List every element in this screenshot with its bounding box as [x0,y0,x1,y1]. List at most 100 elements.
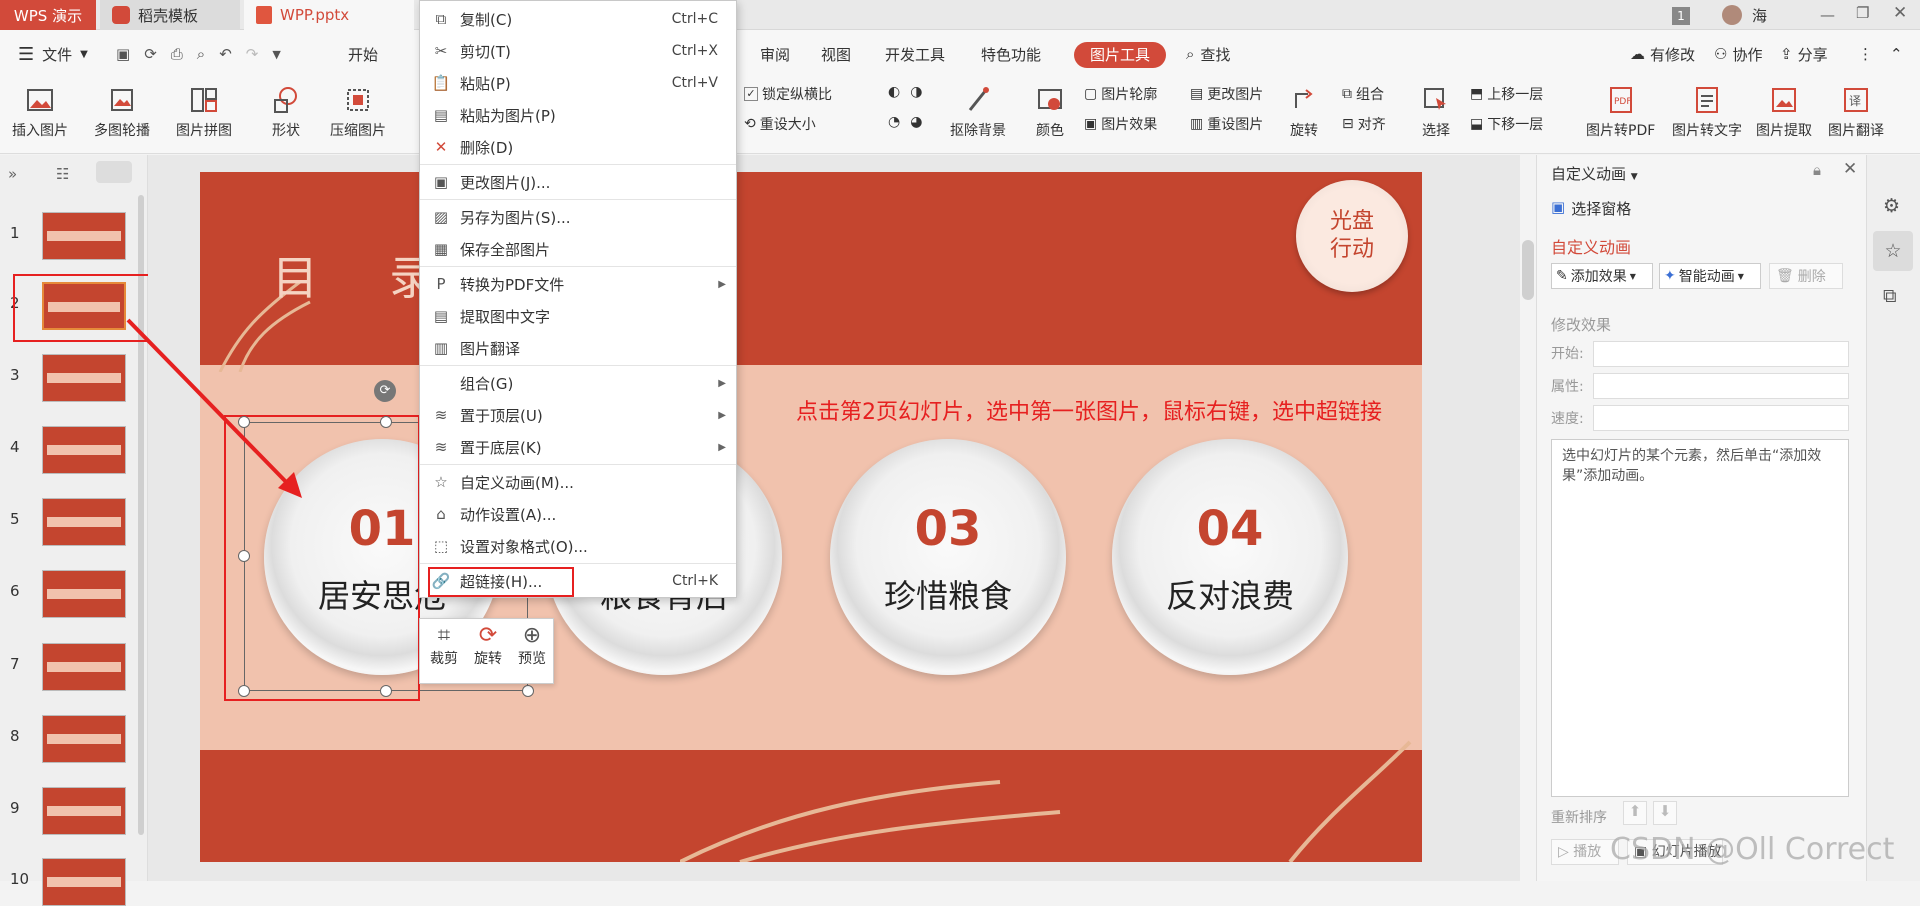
menu-item-change-picture[interactable]: ▣ 更改图片(J)... [420,167,736,197]
settings-icon[interactable]: ⚙ [1883,195,1900,217]
minimize-icon[interactable]: — [1820,6,1835,24]
slide-thumbnail[interactable] [42,787,126,835]
tab-view[interactable]: 视图 [821,30,851,78]
selection-pane-button[interactable]: ▣ 选择窗格 [1551,198,1631,219]
tab-review[interactable]: 审阅 [760,30,790,78]
has-changes-button[interactable]: ☁ 有修改 [1630,30,1695,78]
tab-picture-tools[interactable]: 图片工具 [1074,42,1166,68]
slide-thumbnail[interactable] [42,715,126,763]
undo-icon[interactable]: ↶ [219,45,232,63]
close-pane-icon[interactable]: ✕ [1843,159,1857,179]
property-select[interactable] [1593,373,1849,399]
save-icon[interactable]: ▣ [116,45,130,63]
animation-icon[interactable]: ☆ [1873,231,1913,271]
collaborate-button[interactable]: ⚇ 协作 [1714,30,1762,78]
rotate-mini-button[interactable]: ⟳ 旋转 [466,623,510,668]
menu-item-bring-to-top[interactable]: ≋ 置于顶层(U) ▶ [420,400,736,430]
add-effect-button[interactable]: ✎ 添加效果 ▼ [1551,263,1653,289]
color-button[interactable]: 颜色 [1034,84,1066,140]
group-button[interactable]: ⧉ 组合 [1342,84,1384,104]
menu-item-copy[interactable]: ⧉ 复制(C) Ctrl+C [420,4,736,34]
menu-item-action-settings[interactable]: ⌂ 动作设置(A)... [420,499,736,529]
resize-handle[interactable] [238,685,250,697]
picture-collage-button[interactable]: 图片拼图 [176,84,232,140]
move-down-button[interactable]: ⬇ [1653,801,1677,825]
multi-carousel-button[interactable]: 多图轮播 [94,84,150,140]
shape-button[interactable]: 形状 [270,84,302,140]
tab-wps-app[interactable]: WPS 演示 [0,0,96,30]
menu-item-translate[interactable]: ▥ 图片翻译 [420,333,736,363]
bring-forward-button[interactable]: ⬒ 上移一层 [1470,84,1543,104]
slide-thumbnail[interactable] [42,354,126,402]
menu-item-paste[interactable]: 📋 粘贴(P) Ctrl+V [420,68,736,98]
slide[interactable]: 目 录 光盘 行动 点击第2页幻灯片，选中第一张图片，鼠标右键，选中超链接 01… [200,172,1422,862]
outline-view-icon[interactable]: ☷ [56,165,69,183]
move-up-button[interactable]: ⬆ [1623,801,1647,825]
lock-ratio-checkbox[interactable]: ✓ 锁定纵横比 [744,84,832,104]
menu-item-format-object[interactable]: ⬚ 设置对象格式(O)... [420,531,736,561]
menu-item-custom-animation[interactable]: ☆ 自定义动画(M)... [420,467,736,497]
slide-thumbnail[interactable] [42,858,126,906]
remove-background-button[interactable]: 抠除背景 [950,84,1006,140]
menu-item-save-as-picture[interactable]: ▨ 另存为图片(S)... [420,202,736,232]
insert-picture-button[interactable]: 插入图片 [12,84,68,140]
tab-document[interactable]: WPP.pptx [244,0,414,30]
menu-item-cut[interactable]: ✂ 剪切(T) Ctrl+X [420,36,736,66]
rotate-button[interactable]: 旋转 [1288,84,1320,140]
tab-template[interactable]: 稻壳模板 [100,0,240,30]
format-painter-icon[interactable]: ⟳ [144,45,157,63]
customize-icon[interactable]: ▼ [272,48,280,61]
align-button[interactable]: ⊟ 对齐 [1342,114,1386,134]
brightness-down-icon[interactable]: ◔ [888,114,900,130]
brightness-icon[interactable]: ◐ [888,84,900,100]
menu-item-convert-pdf[interactable]: P 转换为PDF文件 ▶ [420,269,736,299]
lock-icon[interactable]: 🔒︎ [1813,161,1821,179]
search-box[interactable]: ⌕ 查找 [1186,30,1230,78]
slide-thumbnail[interactable] [42,498,126,546]
file-menu[interactable]: ☰ 文件 ▼ [18,30,88,78]
resize-handle[interactable] [522,685,534,697]
menu-item-delete[interactable]: ✕ 删除(D) [420,132,736,162]
resize-handle[interactable] [238,550,250,562]
avatar[interactable] [1722,5,1742,25]
contrast-icon[interactable]: ◑ [910,84,922,100]
pic-translate-button[interactable]: 译图片翻译 [1828,84,1884,140]
reset-size-button[interactable]: ⟲ 重设大小 [744,114,816,134]
tab-features[interactable]: 特色功能 [981,30,1041,78]
slide-thumbnail[interactable] [42,570,126,618]
menu-item-group[interactable]: 组合(G) ▶ [420,368,736,398]
slide-thumbnail[interactable] [42,426,126,474]
smart-animation-button[interactable]: ✦ 智能动画 ▼ [1659,263,1761,289]
start-select[interactable] [1593,341,1849,367]
contrast-down-icon[interactable]: ◕ [910,114,922,130]
tab-home[interactable]: 开始 [348,30,378,78]
delete-effect-button[interactable]: 🗑︎ 删除 [1769,263,1843,289]
rotate-handle[interactable]: ⟳ [374,380,396,402]
slide-transition-icon[interactable]: ⧉ [1883,285,1897,307]
tab-developer[interactable]: 开发工具 [885,30,945,78]
crop-button[interactable]: ⌗ 裁剪 [424,623,464,668]
menu-item-save-all-pictures[interactable]: ▦ 保存全部图片 [420,234,736,264]
menu-item-send-to-bottom[interactable]: ≋ 置于底层(K) ▶ [420,432,736,462]
close-icon[interactable]: ✕ [1893,3,1907,23]
picture-outline-button[interactable]: ▢ 图片轮廓 [1084,84,1157,104]
print-preview-icon[interactable]: ⌕ [197,45,205,63]
speed-select[interactable] [1593,405,1849,431]
compress-picture-button[interactable]: 压缩图片 [330,84,386,140]
plate-image[interactable]: 04 反对浪费 [1112,439,1348,675]
pic-extract-button[interactable]: 图片提取 [1756,84,1812,140]
share-button[interactable]: ⇪ 分享 [1780,30,1828,78]
expand-icon[interactable]: » [8,165,17,183]
slide-thumbnail[interactable] [42,643,126,691]
user-name[interactable]: 海 [1752,5,1767,26]
plate-image[interactable]: 03 珍惜粮食 [830,439,1066,675]
animation-list[interactable]: 选中幻灯片的某个元素，然后单击“添加效果”添加动画。 [1551,439,1849,797]
reset-picture-button[interactable]: ▥ 重设图片 [1190,114,1263,134]
slide-thumbnail[interactable] [42,212,126,260]
restore-icon[interactable]: ❐ [1856,4,1869,22]
menu-item-extract-text[interactable]: ▤ 提取图中文字 [420,301,736,331]
change-picture-button[interactable]: ▤ 更改图片 [1190,84,1263,104]
collapse-ribbon-icon[interactable]: ⌃ [1890,30,1903,78]
redo-icon[interactable]: ↷ [246,45,259,63]
more-icon[interactable]: ⋮ [1858,30,1873,78]
